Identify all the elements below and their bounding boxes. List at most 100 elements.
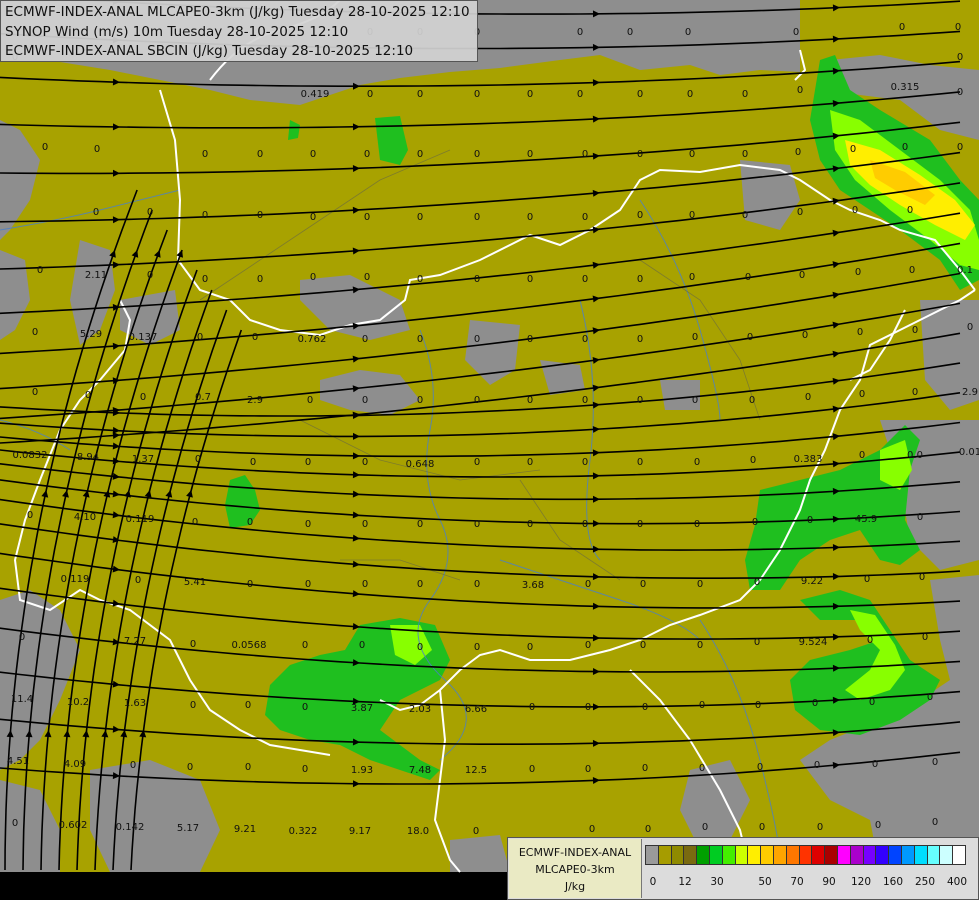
cape-value-label: 0 — [850, 144, 856, 155]
legend-swatch — [913, 845, 928, 865]
cape-value-label: 0 — [754, 637, 760, 648]
cape-value-label: 0 — [527, 642, 533, 653]
cape-value-label: 0 — [474, 519, 480, 530]
cape-value-label: 0 — [812, 698, 818, 709]
cape-value-label: 0 — [932, 817, 938, 828]
cape-value-label: 0 — [529, 764, 535, 775]
cape-value-label: 0.0832 — [13, 450, 48, 461]
cape-value-label: 0 — [637, 149, 643, 160]
cape-value-label: 0.119 — [126, 514, 155, 525]
cape-value-label: 0 — [417, 274, 423, 285]
cape-value-label: 0 — [742, 149, 748, 160]
legend-swatch — [670, 845, 685, 865]
cape-value-label: 0 — [527, 395, 533, 406]
cape-value-label: 2.9 — [962, 387, 978, 398]
legend-swatch — [862, 845, 877, 865]
cape-value-label: 0 — [362, 519, 368, 530]
cape-value-label: 9.524 — [799, 637, 828, 648]
title-cin-line: ECMWF-INDEX-ANAL SBCIN (J/kg) Tuesday 28… — [5, 43, 414, 59]
cape-value-label: 0 — [795, 147, 801, 158]
cape-value-label: 0 — [637, 89, 643, 100]
cape-value-label: 0 — [585, 579, 591, 590]
cape-value-label: 0 — [627, 27, 633, 38]
cape-value-label: 0 — [195, 454, 201, 465]
legend-swatch — [734, 845, 749, 865]
cape-value-label: 0 — [247, 579, 253, 590]
cape-value-label: 0 — [752, 517, 758, 528]
cape-value-label: 0 — [793, 27, 799, 38]
cape-value-label: 0.01 — [959, 447, 979, 458]
legend-swatch — [952, 845, 966, 865]
cape-value-label: 0 — [742, 210, 748, 221]
cape-value-label: 5.17 — [177, 823, 199, 834]
legend-tick-label: 30 — [710, 876, 724, 888]
legend-tick-label: 400 — [946, 876, 968, 888]
cape-value-label: 0 — [814, 760, 820, 771]
cape-value-label: 0 — [94, 144, 100, 155]
cape-value-label: 0 — [912, 387, 918, 398]
legend-swatch — [645, 845, 659, 865]
cape-value-label: 0 — [797, 207, 803, 218]
cape-value-label: 0 — [852, 205, 858, 216]
cape-value-label: 0 — [859, 389, 865, 400]
cape-value-label: 0 — [417, 334, 423, 345]
cape-value-label: 0 — [797, 85, 803, 96]
cape-value-label: 1.63 — [124, 698, 146, 709]
cape-value-label: 0 — [247, 517, 253, 528]
legend-tick-label: 90 — [822, 876, 836, 888]
title-cape-line: ECMWF-INDEX-ANAL MLCAPE0-3km (J/kg) Tues… — [5, 4, 470, 20]
cape-value-label: 0 — [364, 149, 370, 160]
cape-value-label: 0 — [927, 692, 933, 703]
cape-value-label: 0 — [582, 395, 588, 406]
cape-value-label: 0 — [85, 390, 91, 401]
cape-value-label: 0 — [197, 332, 203, 343]
cape-value-label: 0 — [867, 635, 873, 646]
cape-value-label: 0.7 — [195, 392, 211, 403]
cape-value-label: 9.21 — [234, 824, 256, 835]
legend-swatch — [811, 845, 826, 865]
cape-value-label: 11.4 — [11, 694, 33, 705]
cape-value-label: 0 — [527, 89, 533, 100]
cape-value-label: 0 — [192, 517, 198, 528]
cape-value-label: 0 — [685, 27, 691, 38]
cape-value-label: 0.762 — [298, 334, 327, 345]
cape-value-label: 0 — [899, 22, 905, 33]
cape-value-label: 0 — [957, 87, 963, 98]
cape-value-label: 0 — [302, 702, 308, 713]
cape-value-label: 0 — [250, 457, 256, 468]
cape-value-label: 0 — [697, 579, 703, 590]
cape-value-label: 0 — [642, 763, 648, 774]
legend-tick-label: 160 — [882, 876, 904, 888]
legend-tick-label: 50 — [758, 876, 772, 888]
cape-value-label: 0 — [362, 457, 368, 468]
legend-source-label: ECMWF-INDEX-ANAL — [518, 846, 632, 859]
legend-swatch — [785, 845, 800, 865]
cape-value-label: 0 — [527, 457, 533, 468]
cape-value-label: 0 — [12, 818, 18, 829]
cape-value-label: 0 — [692, 332, 698, 343]
cape-value-label: 0 — [919, 572, 925, 583]
cape-value-label: 12.5 — [465, 765, 487, 776]
cape-value-label: 4.10 — [74, 512, 96, 523]
cape-value-label: 1.93 — [351, 765, 373, 776]
cape-value-label: 9.22 — [801, 576, 823, 587]
cape-value-label: 0 — [527, 519, 533, 530]
cape-value-label: 0 — [692, 395, 698, 406]
cape-value-label: 5.41 — [184, 577, 206, 588]
cape-value-label: 0 — [759, 822, 765, 833]
legend-tick-label: 250 — [914, 876, 936, 888]
cape-value-label: 4.09 — [64, 759, 86, 770]
cape-value-label: 8.94 — [77, 452, 99, 463]
cape-value-label: 2.03 — [409, 704, 431, 715]
cape-value-label: 0 — [302, 764, 308, 775]
legend-swatch — [696, 845, 710, 865]
cape-value-label: 0.119 — [61, 574, 90, 585]
cape-value-label: 0 — [32, 327, 38, 338]
legend-swatch — [683, 845, 698, 865]
cape-value-label: 0 — [202, 274, 208, 285]
cape-value-label: 0 — [527, 274, 533, 285]
cape-value-label: 0 — [140, 392, 146, 403]
cape-value-label: 0 — [474, 274, 480, 285]
color-legend: ECMWF-INDEX-ANAL MLCAPE0-3km J/kg 0 12 30 5… — [507, 837, 979, 900]
cape-value-label: 0 — [245, 700, 251, 711]
